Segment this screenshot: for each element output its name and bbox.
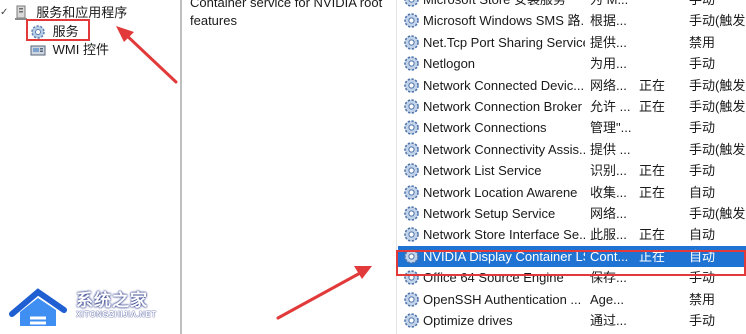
house-logo-icon xyxy=(9,288,67,326)
service-status: 正在 xyxy=(639,184,666,200)
service-gear-icon xyxy=(403,248,420,265)
service-gear-icon xyxy=(403,291,420,308)
service-description-cell: Cont... xyxy=(590,248,629,264)
service-description-cell: 识别... xyxy=(590,163,627,179)
service-startup-type: 手动 xyxy=(689,56,716,72)
service-gear-icon xyxy=(403,312,420,329)
service-startup-type: 禁用 xyxy=(689,34,716,50)
service-status: 正在 xyxy=(639,99,666,114)
service-status: 正在 xyxy=(639,163,666,179)
service-row[interactable]: NVIDIA Display Container LS Cont... 正在 自动 xyxy=(398,245,746,267)
service-gear-icon xyxy=(403,12,420,29)
service-description-cell: 收集... xyxy=(590,184,627,200)
service-name: Network Connections xyxy=(423,120,547,136)
service-description-cell: Age... xyxy=(590,291,624,307)
wmi-control-icon xyxy=(30,42,46,58)
service-row[interactable]: Microsoft Store 安装服务为 M... 手动 xyxy=(398,0,746,10)
service-name: Network Setup Service xyxy=(423,206,556,221)
service-description-cell: 提供... xyxy=(590,34,627,50)
service-description-cell: 提供 ... xyxy=(590,141,631,157)
tree-item-label: WMI 控件 xyxy=(52,41,109,57)
service-name: Network Connectivity Assis... xyxy=(423,141,585,157)
service-name: NVIDIA Display Container LS xyxy=(423,248,585,264)
service-gear-icon xyxy=(403,98,420,115)
services-highlight-box xyxy=(26,19,90,41)
service-name: OpenSSH Authentication ... xyxy=(423,291,582,307)
service-startup-type: 自动 xyxy=(689,248,716,264)
service-startup-type: 手动(触发... xyxy=(689,99,746,114)
service-row[interactable]: Network Connections 管理"... 手动 xyxy=(398,117,746,138)
service-gear-icon xyxy=(403,269,420,286)
service-name: Office 64 Source Engine xyxy=(423,270,564,286)
watermark-logo: 系统之家 XITONGZHIJIA.NET xyxy=(8,286,168,330)
service-description-cell: 根据... xyxy=(590,13,627,29)
service-startup-type: 手动(触发... xyxy=(689,77,746,93)
service-startup-type: 手动 xyxy=(689,0,746,10)
service-name: Network Location Awarene xyxy=(423,184,578,200)
service-startup-type: 自动 xyxy=(689,184,716,200)
service-startup-type: 禁用 xyxy=(689,291,716,307)
service-name: Network Store Interface Se... xyxy=(423,227,585,243)
service-description-cell: 通过... xyxy=(590,313,627,328)
service-startup-type: 手动 xyxy=(689,120,716,136)
service-startup-type: 手动 xyxy=(689,270,716,286)
service-row[interactable]: OpenSSH Authentication ... Age... 禁用 xyxy=(398,289,746,310)
watermark-title: 系统之家 xyxy=(76,291,148,310)
service-row[interactable]: Network Location Awarene 收集... 正在 自动 xyxy=(398,182,746,203)
service-row[interactable]: Network Store Interface Se... 此服... 正在 自动 xyxy=(398,224,746,245)
service-description-cell: 允许 ... xyxy=(590,99,631,114)
chevron-down-icon[interactable]: ✓ xyxy=(0,3,10,23)
service-row[interactable]: Net.Tcp Port Sharing Service 提供... 禁用 xyxy=(398,32,746,53)
service-gear-icon xyxy=(403,0,420,8)
service-startup-type: 手动 xyxy=(689,163,716,179)
service-name: Network Connected Devic... xyxy=(423,77,585,93)
service-gear-icon xyxy=(403,119,420,136)
service-name: Net.Tcp Port Sharing Service xyxy=(423,34,585,50)
service-description-cell: 为 M... xyxy=(590,0,634,10)
service-description: Container service for NVIDIA root featur… xyxy=(190,0,383,28)
service-description-cell: 管理"... xyxy=(590,120,632,136)
service-gear-icon xyxy=(403,184,420,201)
service-name: Network Connection Broker xyxy=(423,99,582,114)
service-row[interactable]: Network List Service 识别... 正在 手动 xyxy=(398,160,746,181)
service-row[interactable]: Netlogon 为用... 手动 xyxy=(398,53,746,74)
services-list: Microsoft Store 安装服务为 M...手动Microsoft Wi… xyxy=(398,0,746,334)
service-gear-icon xyxy=(403,77,420,94)
service-status: 正在 xyxy=(639,227,666,243)
tree-item-wmi[interactable]: WMI 控件 xyxy=(30,39,109,59)
watermark-subtitle: XITONGZHIJIA.NET xyxy=(76,310,157,319)
description-pane: Container service for NVIDIA root featur… xyxy=(182,0,397,334)
service-startup-type: 自动 xyxy=(689,227,716,243)
service-status: 正在 xyxy=(639,248,666,264)
service-row[interactable]: Microsoft Windows SMS 路... 根据... 手动(触发... xyxy=(398,10,746,31)
service-gear-icon xyxy=(403,34,420,51)
service-name: Optimize drives xyxy=(423,313,513,328)
service-row[interactable]: Office 64 Source Engine 保存... 手动 xyxy=(398,267,746,288)
service-gear-icon xyxy=(403,205,420,222)
service-row[interactable]: Network Connectivity Assis... 提供 ... 手动(触发… xyxy=(398,139,746,160)
service-description-cell: 网络... xyxy=(590,206,627,221)
service-name: Microsoft Store 安装服务 xyxy=(423,0,585,10)
service-startup-type: 手动(触发... xyxy=(689,141,746,157)
service-gear-icon xyxy=(403,162,420,179)
service-description-cell: 此服... xyxy=(590,227,627,243)
service-gear-icon xyxy=(403,55,420,72)
service-gear-icon xyxy=(403,141,420,158)
service-row[interactable]: Network Connection Broker 允许 ... 正在 手动(触发..… xyxy=(398,96,746,117)
service-startup-type: 手动 xyxy=(689,313,716,328)
service-description-cell: 为用... xyxy=(590,56,627,72)
service-row[interactable]: Network Setup Service 网络... 手动(触发... xyxy=(398,203,746,224)
service-row[interactable]: Optimize drives 通过... 手动 xyxy=(398,310,746,331)
service-gear-icon xyxy=(403,226,420,243)
service-description-cell: 网络... xyxy=(590,77,627,93)
service-name: Microsoft Windows SMS 路... xyxy=(423,13,585,29)
tree-pane: ✓ 服务和应用程序 服务 WMI 控件 系统之家 XITONGZHIJIA.NE… xyxy=(0,0,180,334)
service-startup-type: 手动(触发... xyxy=(689,13,746,29)
service-name: Netlogon xyxy=(423,56,476,72)
service-startup-type: 手动(触发... xyxy=(689,206,746,221)
service-description-cell: 保存... xyxy=(590,270,627,286)
service-row[interactable]: Network Connected Devic... 网络... 正在 手动(触发..… xyxy=(398,75,746,96)
service-name: Network List Service xyxy=(423,163,542,179)
service-status: 正在 xyxy=(639,77,666,93)
